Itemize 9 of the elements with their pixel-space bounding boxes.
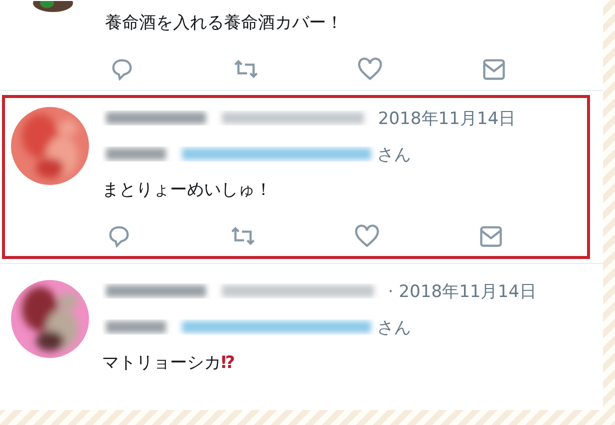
tweet-date[interactable]: · 2018年11月14日 xyxy=(388,280,536,302)
tweet-date[interactable]: 2018年11月14日 xyxy=(378,106,516,130)
tweet-text: 養命酒を入れる養命酒カバー！ xyxy=(105,12,344,35)
tweet-text: マトリョーシカ⁉ xyxy=(102,352,236,375)
tweet-text: まとりょーめいしゅ！ xyxy=(102,179,273,202)
reply-suffix: さん xyxy=(377,316,411,338)
heart-icon[interactable] xyxy=(354,223,380,249)
heart-icon[interactable] xyxy=(357,56,383,82)
reply-suffix: さん xyxy=(377,144,411,166)
